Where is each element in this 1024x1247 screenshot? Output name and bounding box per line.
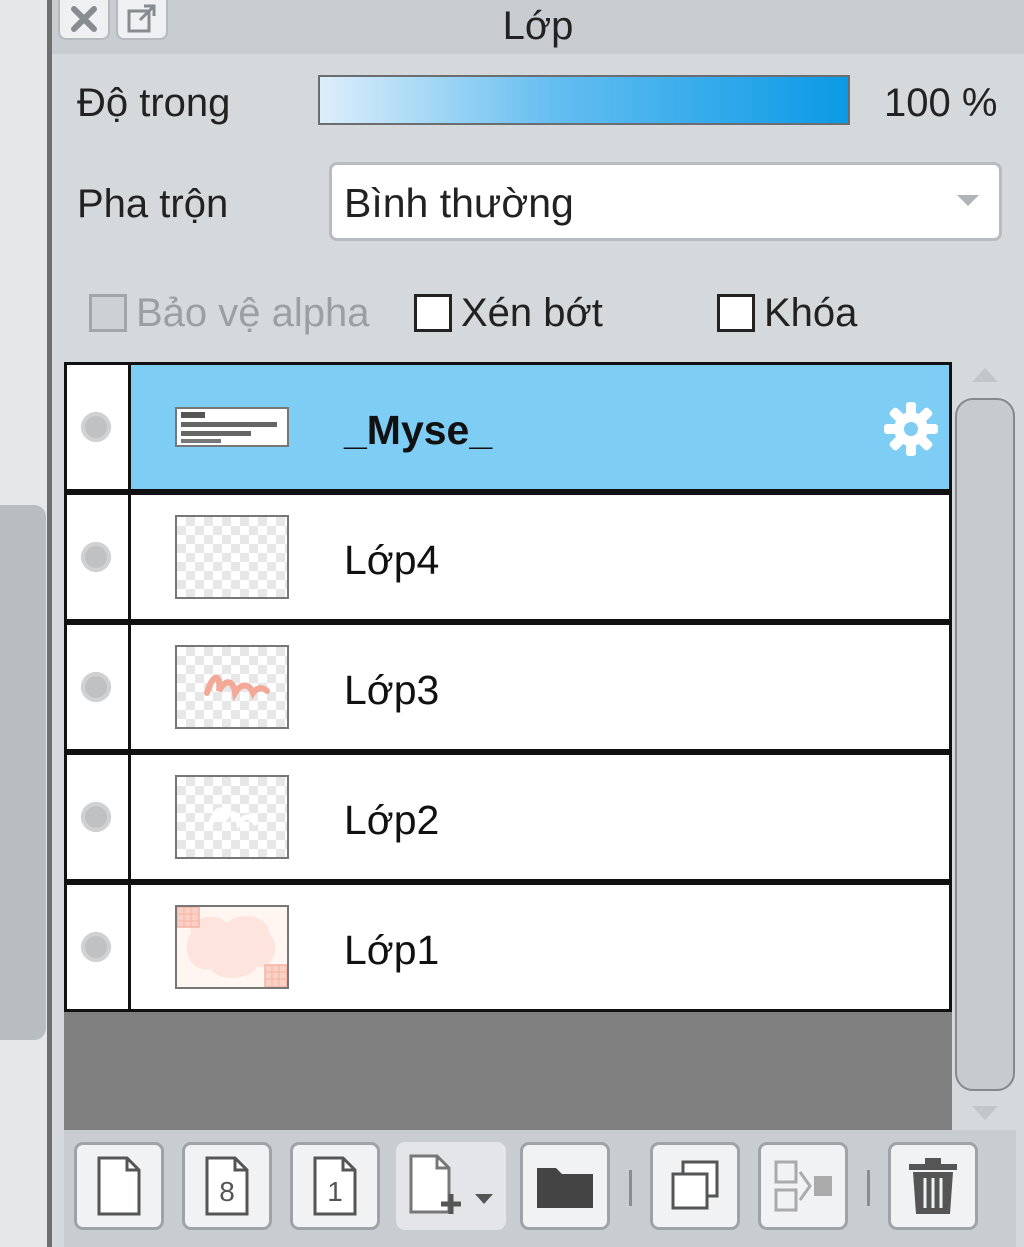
clipping-label: Xén bớt bbox=[461, 291, 603, 335]
toolbar-separator bbox=[629, 1170, 632, 1206]
panel-border bbox=[47, 0, 52, 1247]
visibility-toggle[interactable] bbox=[67, 885, 131, 1009]
new-folder-button[interactable] bbox=[520, 1142, 610, 1230]
layer-row[interactable]: Lớp3 bbox=[64, 622, 952, 752]
visibility-dot-icon bbox=[81, 932, 111, 962]
merge-down-button[interactable] bbox=[758, 1142, 848, 1230]
text-lines-icon bbox=[181, 412, 277, 443]
layer-thumbnail bbox=[175, 645, 289, 729]
folder-icon bbox=[537, 1168, 593, 1208]
page-icon bbox=[97, 1156, 141, 1216]
visibility-toggle[interactable] bbox=[67, 365, 131, 489]
panel-titlebar: Lớp bbox=[52, 0, 1024, 54]
merge-icon bbox=[774, 1160, 832, 1212]
trash-icon bbox=[909, 1158, 957, 1214]
opacity-slider[interactable] bbox=[318, 75, 850, 125]
layer-thumbnail bbox=[175, 905, 289, 989]
layer-list: _Myse_ Lớp4 Lớp3 Lớp2 Lớp1 bbox=[64, 362, 952, 1130]
layer-row[interactable]: Lớp1 bbox=[64, 882, 952, 1012]
new-8bit-layer-button[interactable]: 8 bbox=[182, 1142, 272, 1230]
layer-thumbnail bbox=[175, 515, 289, 599]
white-script-icon bbox=[208, 807, 258, 830]
visibility-dot-icon bbox=[81, 542, 111, 572]
blend-label: Pha trộn bbox=[77, 182, 229, 226]
layer-row[interactable]: Lớp4 bbox=[64, 492, 952, 622]
visibility-dot-icon bbox=[81, 672, 111, 702]
layer-name: Lớp2 bbox=[344, 797, 440, 843]
layer-list-scrollbar[interactable] bbox=[955, 398, 1015, 1091]
protect-alpha-label: Bảo vệ alpha bbox=[136, 291, 370, 335]
copy-icon bbox=[671, 1160, 719, 1210]
visibility-dot-icon bbox=[81, 412, 111, 442]
page-8-glyph: 8 bbox=[219, 1176, 235, 1207]
layer-row[interactable]: Lớp2 bbox=[64, 752, 952, 882]
new-layer-button[interactable] bbox=[74, 1142, 164, 1230]
add-layer-menu-button[interactable] bbox=[396, 1142, 506, 1230]
gear-icon[interactable] bbox=[881, 399, 941, 459]
scroll-up-arrow[interactable] bbox=[972, 368, 998, 382]
scroll-down-arrow[interactable] bbox=[972, 1106, 998, 1120]
chevron-down-icon bbox=[957, 195, 979, 206]
page-1-icon: 1 bbox=[313, 1156, 357, 1216]
clipping-checkbox[interactable] bbox=[414, 294, 452, 332]
layer-toolbar: 8 1 bbox=[64, 1130, 1016, 1247]
blend-mode-select[interactable]: Bình thường bbox=[329, 162, 1002, 241]
opacity-value: 100 % bbox=[884, 81, 998, 125]
new-1bit-layer-button[interactable]: 1 bbox=[290, 1142, 380, 1230]
page-plus-dropdown-icon bbox=[409, 1154, 493, 1214]
visibility-toggle[interactable] bbox=[67, 495, 131, 619]
peach-shapes-icon bbox=[177, 907, 287, 987]
layer-name: Lớp4 bbox=[344, 537, 440, 583]
visibility-toggle[interactable] bbox=[67, 625, 131, 749]
lock-checkbox[interactable] bbox=[717, 294, 755, 332]
layer-name: Lớp3 bbox=[344, 667, 440, 713]
panel-title: Lớp bbox=[502, 4, 574, 48]
page-1-glyph: 1 bbox=[327, 1176, 343, 1207]
visibility-dot-icon bbox=[81, 802, 111, 832]
lock-label: Khóa bbox=[764, 291, 858, 335]
protect-alpha-checkbox[interactable] bbox=[89, 294, 127, 332]
opacity-label: Độ trong bbox=[77, 81, 231, 125]
panel-splitter-grip[interactable] bbox=[0, 505, 46, 1040]
page-8-icon: 8 bbox=[205, 1156, 249, 1216]
layer-thumbnail bbox=[175, 407, 289, 447]
pink-script-icon bbox=[204, 674, 270, 702]
delete-layer-button[interactable] bbox=[888, 1142, 978, 1230]
toolbar-separator bbox=[867, 1170, 870, 1206]
duplicate-layer-button[interactable] bbox=[650, 1142, 740, 1230]
layer-name: Lớp1 bbox=[344, 927, 440, 973]
blend-mode-value: Bình thường bbox=[344, 180, 574, 226]
visibility-toggle[interactable] bbox=[67, 755, 131, 879]
layer-name: _Myse_ bbox=[344, 407, 493, 453]
layer-row[interactable]: _Myse_ bbox=[64, 362, 952, 492]
layer-thumbnail bbox=[175, 775, 289, 859]
